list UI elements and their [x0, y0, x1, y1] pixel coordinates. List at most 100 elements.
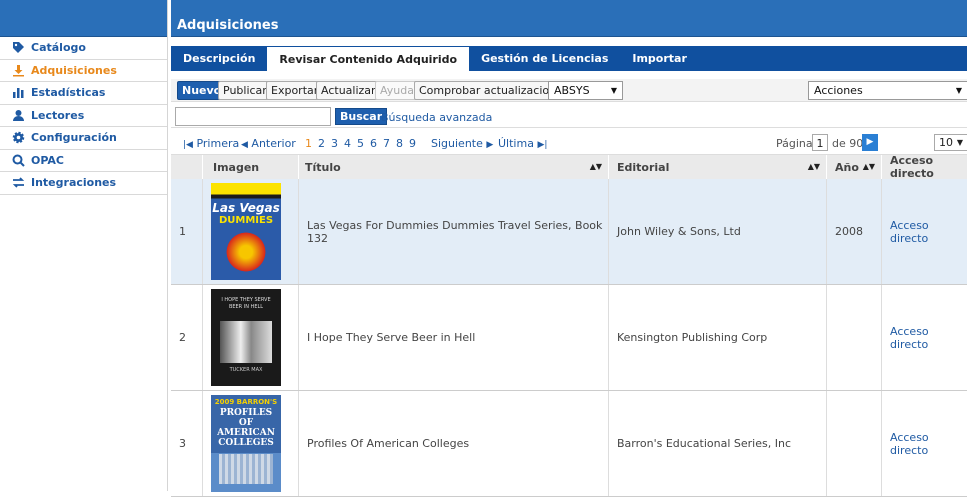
cover-subtitle: TUCKER MAX	[229, 367, 263, 373]
sidebar-item-lectores[interactable]: Lectores	[0, 105, 167, 127]
editorial-cell: Barron's Educational Series, Inc	[609, 391, 827, 496]
cover-cell: Las Vegas DUMMIES	[203, 179, 299, 284]
col-header-editorial-label: Editorial	[617, 160, 670, 174]
cover-illustration	[219, 454, 273, 484]
acceso-directo-link[interactable]: Acceso directo	[890, 219, 967, 245]
book-cover-image: I HOPE THEY SERVE BEER IN HELL TUCKER MA…	[211, 289, 281, 386]
next-page-link[interactable]: Siguiente ▶	[431, 137, 493, 150]
sort-icon[interactable]: ▲▼	[808, 162, 820, 171]
go-icon: ▶	[866, 137, 874, 147]
page-title: Adquisiciones	[171, 0, 967, 37]
prev-page-icon: ◀	[241, 140, 248, 150]
editorial-cell: Kensington Publishing Corp	[609, 285, 827, 390]
sort-icon[interactable]: ▲▼	[863, 162, 875, 171]
ayuda-button[interactable]: Ayuda	[375, 81, 419, 100]
year-cell	[827, 391, 882, 496]
link-cell: Acceso directo	[882, 391, 967, 496]
sort-icon[interactable]: ▲▼	[590, 162, 602, 171]
tab-gestion-licencias[interactable]: Gestión de Licencias	[469, 46, 620, 71]
page-link-8[interactable]: 8	[396, 137, 403, 150]
col-header-titulo[interactable]: Título ▲▼	[299, 155, 609, 179]
cover-title: PROFILES OF AMERICAN COLLEGES	[217, 408, 275, 448]
first-page-link[interactable]: |◀ Primera	[183, 137, 239, 150]
col-header-anio-label: Año	[835, 160, 859, 174]
sync-icon	[12, 176, 25, 189]
col-header-acceso: Acceso directo	[882, 154, 967, 180]
tab-revisar-contenido[interactable]: Revisar Contenido Adquirido	[267, 47, 470, 71]
row-number: 2	[171, 285, 203, 390]
page-label: Página	[776, 137, 813, 150]
col-header-num	[171, 155, 203, 179]
page-link-6[interactable]: 6	[370, 137, 377, 150]
last-page-icon: ▶|	[537, 140, 548, 150]
advanced-search-link[interactable]: Búsqueda avanzada	[381, 111, 492, 124]
cover-title: I HOPE THEY SERVE BEER IN HELL	[221, 297, 271, 310]
cover-subtitle: DUMMIES	[218, 215, 274, 226]
col-header-titulo-label: Título	[305, 160, 341, 174]
page-link-3[interactable]: 3	[331, 137, 338, 150]
caret-down-icon: ▼	[956, 138, 963, 147]
acceso-directo-link[interactable]: Acceso directo	[890, 431, 967, 457]
download-icon	[12, 64, 25, 77]
per-page-select[interactable]: 10 ▼	[934, 134, 967, 151]
editorial-cell: John Wiley & Sons, Ltd	[609, 179, 827, 284]
sidebar-item-label: Lectores	[31, 108, 85, 122]
exportar-button[interactable]: Exportar	[266, 81, 324, 100]
link-cell: Acceso directo	[882, 179, 967, 284]
go-page-button[interactable]: ▶	[862, 134, 878, 151]
page-link-2[interactable]: 2	[318, 137, 325, 150]
page-link-4[interactable]: 4	[344, 137, 351, 150]
sidebar-item-estadisticas[interactable]: Estadísticas	[0, 82, 167, 105]
next-page-label: Siguiente	[431, 137, 483, 150]
last-page-label: Última	[498, 137, 534, 150]
cover-subtitle: 2009 BARRON'S	[214, 398, 278, 406]
page-link-9[interactable]: 9	[409, 137, 416, 150]
cover-cell: I HOPE THEY SERVE BEER IN HELL TUCKER MA…	[203, 285, 299, 390]
search-input[interactable]	[175, 107, 331, 126]
row-number: 3	[171, 391, 203, 496]
sidebar-item-adquisiciones[interactable]: Adquisiciones	[0, 60, 167, 82]
sidebar-item-integraciones[interactable]: Integraciones	[0, 172, 167, 195]
publicar-button[interactable]: Publicar	[218, 81, 272, 100]
link-cell: Acceso directo	[882, 285, 967, 390]
source-select-value: ABSYS	[554, 84, 590, 97]
col-header-anio[interactable]: Año ▲▼	[827, 155, 882, 179]
table-row[interactable]: 3 2009 BARRON'S PROFILES OF AMERICAN COL…	[171, 391, 967, 497]
actualizar-button[interactable]: Actualizar	[316, 81, 381, 100]
sidebar-item-catalogo[interactable]: Catálogo	[0, 37, 167, 60]
tab-bar: Descripción Revisar Contenido Adquirido …	[171, 46, 967, 71]
caret-down-icon: ▼	[610, 86, 617, 95]
buscar-button[interactable]: Buscar	[335, 108, 388, 125]
acceso-directo-link[interactable]: Acceso directo	[890, 325, 967, 351]
pager: |◀ Primera ◀ Anterior 1 2 3 4 5 6 7 8 9 …	[171, 131, 967, 155]
title-cell: I Hope They Serve Beer in Hell	[299, 285, 609, 390]
first-page-icon: |◀	[183, 140, 193, 150]
sidebar-item-label: Adquisiciones	[31, 63, 117, 77]
tab-importar[interactable]: Importar	[620, 46, 699, 71]
sidebar-item-configuracion[interactable]: Configuración	[0, 127, 167, 150]
col-header-editorial[interactable]: Editorial ▲▼	[609, 155, 827, 179]
tab-descripcion[interactable]: Descripción	[171, 46, 267, 71]
prev-page-link[interactable]: ◀ Anterior	[241, 137, 296, 150]
main-panel: Adquisiciones Descripción Revisar Conten…	[171, 0, 967, 497]
page-link-5[interactable]: 5	[357, 137, 364, 150]
per-page-value: 10	[939, 136, 953, 149]
sidebar-item-label: Integraciones	[31, 176, 117, 190]
book-cover-image: Las Vegas DUMMIES	[211, 183, 281, 280]
last-page-link[interactable]: Última ▶|	[498, 137, 547, 150]
toolbar: Nuevo Publicar Exportar Actualizar Ayuda…	[171, 79, 967, 102]
actions-select[interactable]: Acciones ▼	[808, 81, 967, 100]
first-page-label: Primera	[196, 137, 240, 150]
sidebar-item-opac[interactable]: OPAC	[0, 150, 167, 172]
user-icon	[12, 109, 25, 122]
sidebar-item-label: Configuración	[31, 131, 117, 145]
source-select[interactable]: ABSYS ▼	[548, 81, 623, 100]
page-number-input[interactable]: 1	[812, 134, 828, 151]
page-link-1[interactable]: 1	[305, 137, 312, 150]
bar-chart-icon	[12, 86, 25, 99]
table-row[interactable]: 2 I HOPE THEY SERVE BEER IN HELL TUCKER …	[171, 285, 967, 391]
table-row[interactable]: 1 Las Vegas DUMMIES Las Vegas For Dummie…	[171, 179, 967, 285]
cover-cell: 2009 BARRON'S PROFILES OF AMERICAN COLLE…	[203, 391, 299, 496]
page-link-7[interactable]: 7	[383, 137, 390, 150]
year-cell: 2008	[827, 179, 882, 284]
